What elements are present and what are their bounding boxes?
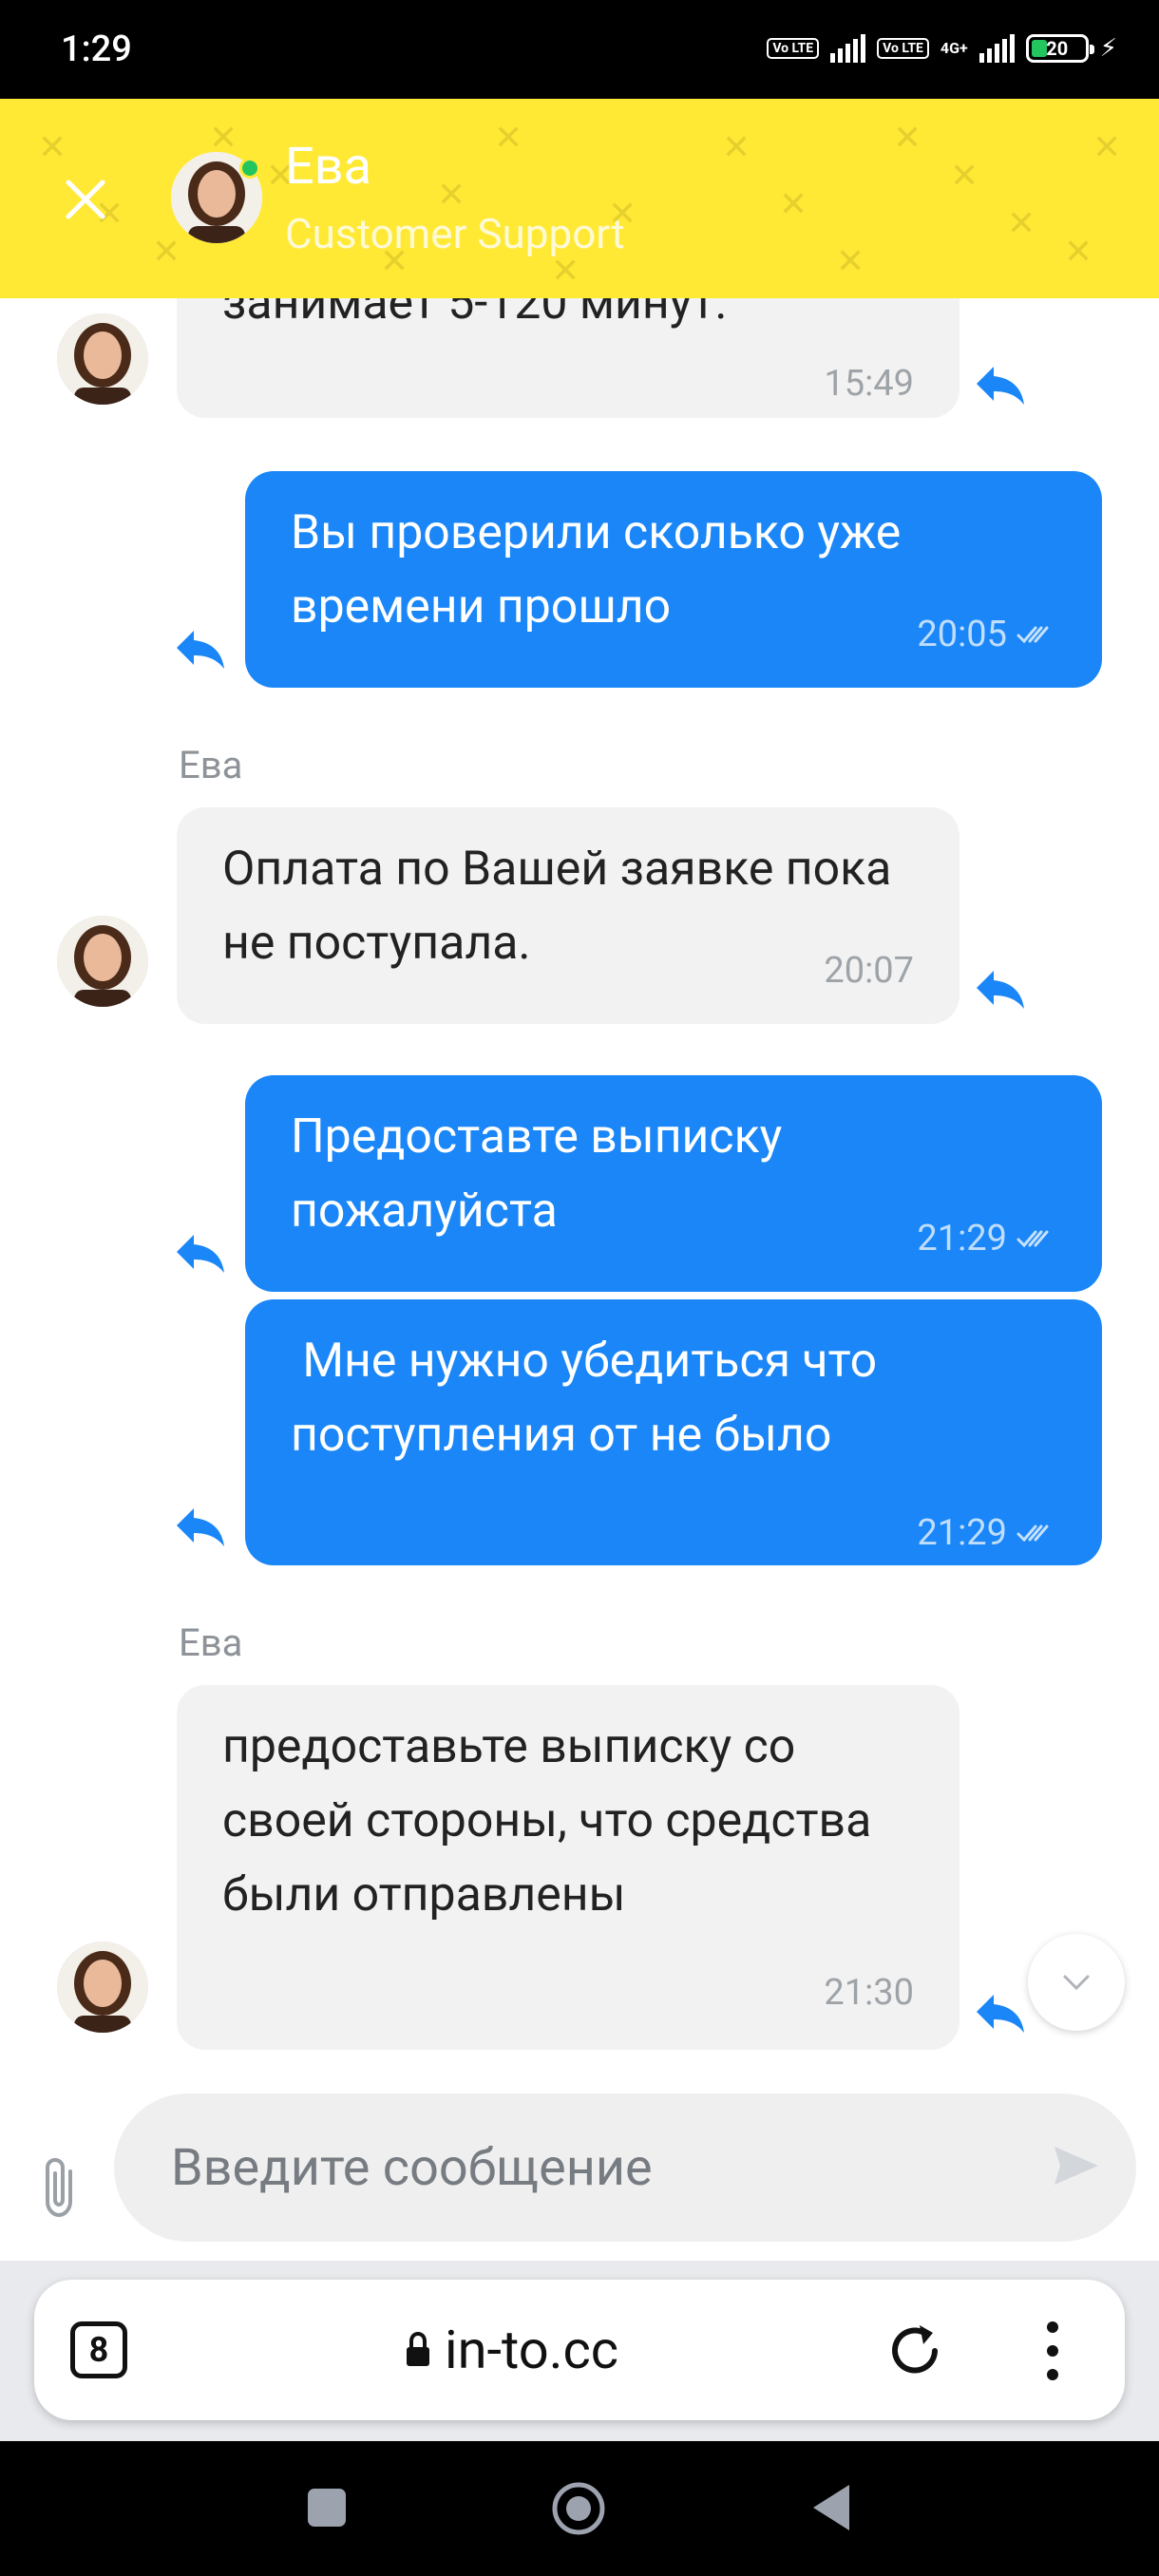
url-text: in-to.cc [445, 2319, 619, 2381]
message-time: 21:30 [824, 1972, 914, 2014]
chat-header: ✕ ✕ ✕ ✕ ✕ ✕ ✕ ✕ ✕ ✕ ✕ ✕ ✕ ✕ ✕ ✕ ✕ ✕ Ева Customer Sup… [0, 99, 1159, 298]
incoming-message: занимает 5-120 минут. 15:49 [177, 298, 960, 418]
chevron-down-icon [1063, 1975, 1090, 1991]
battery-level: 20 [1046, 37, 1069, 60]
message-list[interactable]: занимает 5-120 минут. 15:49 Вы проверили… [0, 298, 1159, 2093]
send-icon[interactable] [1049, 2139, 1102, 2192]
recents-button[interactable] [308, 2489, 346, 2527]
message-text: Оплата по Вашей заявке пока не поступала… [222, 842, 892, 971]
agent-role: Customer Support [285, 209, 625, 258]
volte-icon: Vo LTE [877, 38, 929, 59]
paperclip-icon[interactable] [32, 2154, 89, 2221]
outgoing-message: Мне нужно убедиться что поступления от н… [245, 1299, 1102, 1565]
sender-name: Ева [179, 1620, 243, 1665]
online-status-indicator [239, 158, 260, 179]
lock-icon [407, 2331, 429, 2366]
back-button[interactable] [808, 2481, 855, 2534]
scroll-to-bottom-button[interactable] [1028, 1934, 1125, 2031]
message-time: 20:05 [917, 614, 1007, 655]
read-receipt-icon [1016, 626, 1049, 644]
agent-name: Ева [285, 137, 371, 197]
battery-icon: 20 [1025, 34, 1094, 63]
status-time: 1:29 [61, 28, 132, 70]
sender-name: Ева [179, 743, 243, 787]
message-time: 20:07 [824, 950, 914, 992]
agent-avatar [57, 1941, 148, 2033]
message-text: Мне нужно убедиться что поступления от н… [291, 1334, 889, 1463]
reply-icon[interactable] [173, 1505, 228, 1550]
agent-avatar [57, 916, 148, 1007]
system-navigation-bar [0, 2441, 1159, 2576]
status-bar: 1:29 Vo LTE Vo LTE 4G+ 20 ⚡ [0, 0, 1159, 99]
outgoing-message: Вы проверили сколько уже времени прошло … [245, 471, 1102, 688]
signal-icon [830, 34, 866, 63]
url-display[interactable]: in-to.cc [405, 2318, 618, 2382]
outgoing-message: Предоставте выписку пожалуйста 21:29 [245, 1075, 1102, 1292]
tab-switcher-button[interactable]: 8 [70, 2321, 127, 2378]
message-time: 15:49 [824, 363, 914, 405]
message-time: 21:29 [917, 1512, 1007, 1554]
read-receipt-icon [1016, 1525, 1049, 1543]
close-icon[interactable] [59, 173, 112, 226]
reload-icon[interactable] [882, 2318, 948, 2384]
network-type-icon: 4G+ [940, 39, 968, 57]
reply-icon[interactable] [973, 363, 1028, 408]
incoming-message: предоставьте выписку со своей стороны, ч… [177, 1685, 960, 2050]
reply-icon[interactable] [973, 967, 1028, 1013]
message-composer [0, 2093, 1159, 2261]
message-text: предоставьте выписку со своей стороны, ч… [222, 1719, 872, 1923]
signal-icon [978, 34, 1015, 63]
agent-avatar [57, 313, 148, 405]
address-bar[interactable]: 8 in-to.cc [34, 2280, 1125, 2420]
incoming-message: Оплата по Вашей заявке пока не поступала… [177, 807, 960, 1024]
overflow-menu-icon[interactable] [1041, 2320, 1064, 2382]
read-receipt-icon [1016, 1230, 1049, 1248]
message-input[interactable] [114, 2093, 1136, 2242]
reply-icon[interactable] [973, 1991, 1028, 2036]
status-icons: Vo LTE Vo LTE 4G+ 20 ⚡ [767, 34, 1117, 63]
volte-icon: Vo LTE [767, 38, 820, 59]
home-button[interactable] [551, 2481, 606, 2536]
message-time: 21:29 [917, 1218, 1007, 1260]
message-text: занимает 5-120 минут. [222, 298, 728, 331]
reply-icon[interactable] [173, 627, 228, 672]
charging-icon: ⚡ [1099, 34, 1117, 63]
reply-icon[interactable] [173, 1231, 228, 1277]
browser-toolbar: 8 in-to.cc [0, 2261, 1159, 2441]
